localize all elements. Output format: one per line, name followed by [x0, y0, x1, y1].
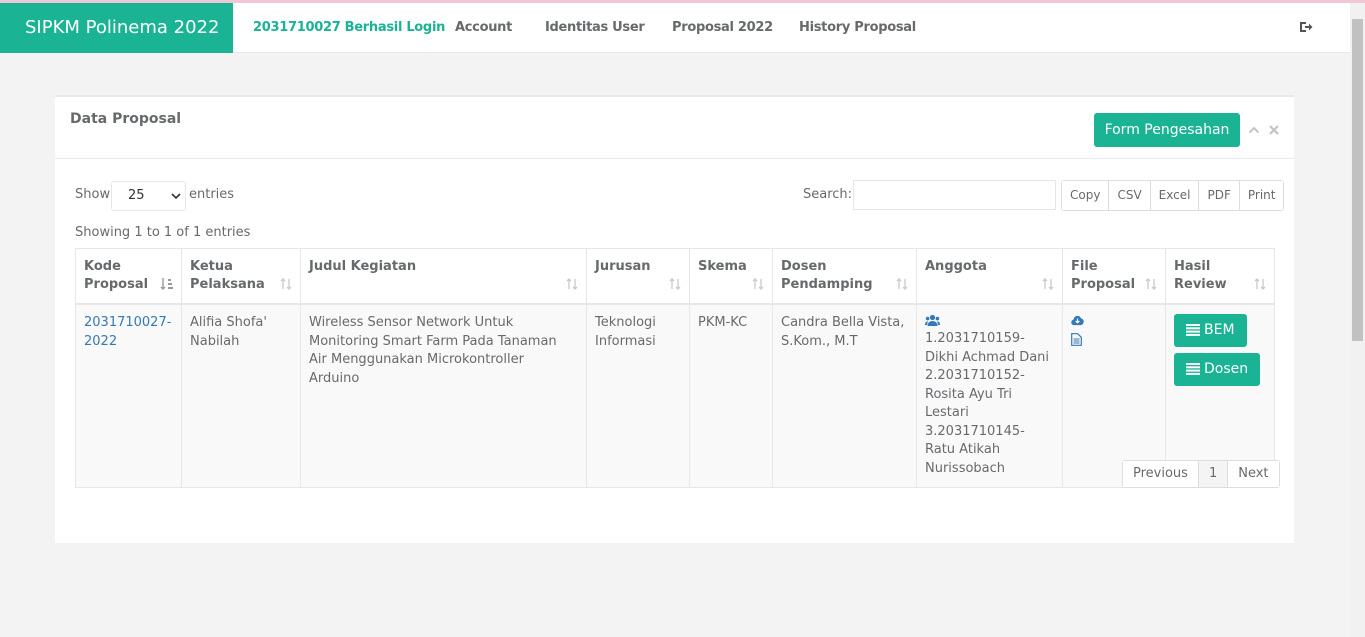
column-header-dosen[interactable]: Dosen Pendamping [772, 248, 917, 305]
search-label: Search: [803, 187, 853, 202]
csv-button[interactable]: CSV [1109, 181, 1151, 210]
column-header-skema[interactable]: Skema [689, 248, 773, 305]
table-info: Showing 1 to 1 of 1 entries [75, 225, 251, 240]
anggota-item: 1.2031710159-Dikhi Achmad Dani [925, 331, 1050, 365]
page-size-value: 25 [128, 188, 145, 203]
sort-icon [896, 278, 908, 290]
review-dosen-button[interactable]: Dosen [1174, 353, 1261, 386]
cell-ketua: Alifia Shofa' Nabilah [181, 303, 301, 488]
kode-proposal-link[interactable]: 2031710027-2022 [84, 315, 171, 349]
pdf-button[interactable]: PDF [1199, 181, 1240, 210]
cell-dosen: Candra Bella Vista, S.Kom., M.T [772, 303, 917, 488]
cell-judul: Wireless Sensor Network Untuk Monitoring… [300, 303, 587, 488]
sign-out-icon[interactable] [1299, 20, 1313, 34]
sort-icon [1042, 278, 1054, 290]
column-header-anggota[interactable]: Anggota [916, 248, 1063, 305]
close-icon[interactable] [1268, 124, 1280, 136]
chevron-down-icon [171, 193, 181, 200]
table-row: 2031710027-2022 Alifia Shofa' Nabilah Wi… [75, 303, 1275, 488]
column-header-judul[interactable]: Judul Kegiatan [300, 248, 587, 305]
chevron-up-icon[interactable] [1248, 124, 1260, 136]
nav-account[interactable]: Account [455, 3, 512, 53]
nav-history-proposal[interactable]: History Proposal [799, 3, 916, 53]
column-header-jurusan[interactable]: Jurusan [586, 248, 690, 305]
users-icon [925, 314, 940, 326]
data-proposal-panel: Data Proposal Form Pengesahan Show 25 en… [55, 95, 1294, 543]
sort-icon [752, 278, 764, 290]
scrollbar-thumb[interactable] [1352, 19, 1363, 341]
column-header-ketua[interactable]: Ketua Pelaksana [181, 248, 301, 305]
top-navbar: SIPKM Polinema 2022 2031710027 Berhasil … [0, 3, 1350, 53]
sort-icon [566, 278, 578, 290]
nav-identitas-user[interactable]: Identitas User [545, 3, 645, 53]
pagination-next[interactable]: Next [1228, 461, 1279, 487]
excel-button[interactable]: Excel [1150, 181, 1200, 210]
search-input[interactable] [853, 180, 1056, 210]
sort-icon [1254, 278, 1266, 290]
pagination: Previous 1 Next [1122, 460, 1280, 488]
column-header-file[interactable]: File Proposal [1062, 248, 1166, 305]
login-status[interactable]: 2031710027 Berhasil Login [253, 3, 445, 53]
print-button[interactable]: Print [1239, 181, 1284, 210]
panel-header: Data Proposal Form Pengesahan [55, 97, 1294, 159]
anggota-item: 2.2031710152-Rosita Ayu Tri Lestari [925, 368, 1025, 420]
table-header-row: Kode Proposal Ketua Pelaksana Judul Kegi… [75, 248, 1275, 305]
review-bem-button[interactable]: BEM [1174, 314, 1247, 347]
sort-icon [669, 278, 681, 290]
list-icon [1186, 324, 1200, 336]
nav-proposal-2022[interactable]: Proposal 2022 [672, 3, 773, 53]
cell-anggota: 1.2031710159-Dikhi Achmad Dani 2.2031710… [916, 303, 1063, 488]
sort-icon [1145, 278, 1157, 290]
brand-logo[interactable]: SIPKM Polinema 2022 [0, 3, 233, 53]
sort-asc-icon [160, 278, 173, 290]
export-button-group: Copy CSV Excel PDF Print [1061, 180, 1285, 211]
cloud-download-icon[interactable] [1071, 314, 1084, 327]
cell-skema: PKM-KC [689, 303, 773, 488]
form-pengesahan-button[interactable]: Form Pengesahan [1094, 113, 1240, 147]
pagination-page-1[interactable]: 1 [1198, 461, 1229, 487]
pagination-previous[interactable]: Previous [1123, 461, 1199, 487]
entries-label: entries [189, 187, 235, 202]
page-size-select[interactable]: 25 [111, 181, 186, 211]
cell-jurusan: Teknologi Informasi [586, 303, 690, 488]
sort-icon [280, 278, 292, 290]
anggota-item: 3.2031710145-Ratu Atikah Nurissobach [925, 423, 1025, 476]
vertical-scrollbar[interactable] [1350, 3, 1365, 637]
cell-kode: 2031710027-2022 [75, 303, 182, 488]
show-label: Show [75, 187, 111, 202]
proposal-table: Kode Proposal Ketua Pelaksana Judul Kegi… [75, 248, 1275, 488]
panel-title: Data Proposal [70, 111, 182, 127]
list-icon [1186, 363, 1200, 375]
copy-button[interactable]: Copy [1062, 181, 1110, 210]
column-header-kode[interactable]: Kode Proposal [75, 248, 182, 305]
column-header-review[interactable]: Hasil Review [1165, 248, 1275, 305]
file-text-icon[interactable] [1071, 333, 1082, 346]
